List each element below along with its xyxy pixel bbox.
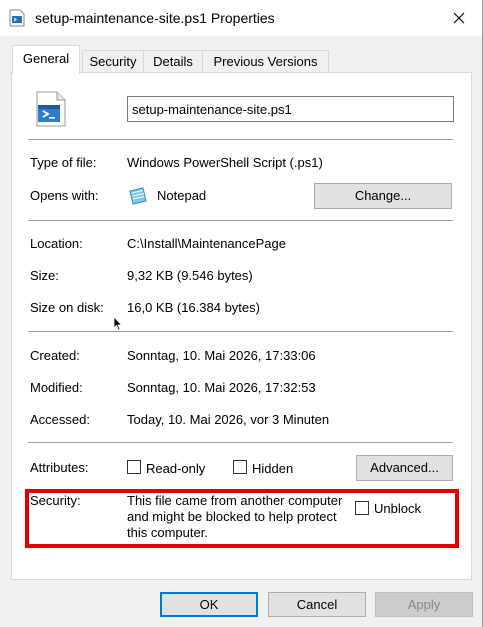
advanced-button[interactable]: Advanced...	[356, 455, 453, 481]
location-value: C:\Install\MaintenancePage	[127, 236, 286, 251]
modified-label: Modified:	[30, 380, 83, 395]
type-value: Windows PowerShell Script (.ps1)	[127, 155, 323, 170]
security-label: Security:	[30, 493, 81, 508]
separator	[28, 220, 453, 221]
readonly-checkbox[interactable]	[127, 460, 141, 474]
opens-with-label: Opens with:	[30, 188, 99, 203]
notepad-icon	[127, 186, 149, 206]
ok-button[interactable]: OK	[160, 592, 258, 617]
tab-previous-versions[interactable]: Previous Versions	[202, 50, 329, 72]
change-button[interactable]: Change...	[314, 183, 452, 209]
window-title: setup-maintenance-site.ps1 Properties	[35, 10, 275, 26]
filename-field[interactable]	[127, 96, 454, 122]
created-value: Sonntag, 10. Mai 2026, 17:33:06	[127, 348, 316, 363]
powershell-file-icon	[34, 91, 68, 127]
location-label: Location:	[30, 236, 83, 251]
created-label: Created:	[30, 348, 80, 363]
close-icon	[453, 12, 465, 24]
close-button[interactable]	[436, 0, 482, 36]
modified-value: Sonntag, 10. Mai 2026, 17:32:53	[127, 380, 316, 395]
separator	[28, 442, 453, 443]
apply-button[interactable]: Apply	[375, 592, 473, 617]
separator	[28, 139, 453, 140]
title-bar: setup-maintenance-site.ps1 Properties	[0, 0, 482, 36]
readonly-label: Read-only	[146, 461, 206, 476]
accessed-value: Today, 10. Mai 2026, vor 3 Minuten	[127, 412, 330, 427]
properties-dialog: setup-maintenance-site.ps1 Properties Se…	[0, 0, 483, 627]
size-on-disk-label: Size on disk:	[30, 300, 104, 315]
tab-details[interactable]: Details	[143, 50, 203, 72]
hidden-label: Hidden	[252, 461, 294, 476]
tab-security[interactable]: Security	[82, 50, 144, 72]
cancel-button[interactable]: Cancel	[268, 592, 366, 617]
size-label: Size:	[30, 268, 59, 283]
type-label: Type of file:	[30, 155, 97, 170]
script-file-icon	[9, 9, 25, 27]
accessed-label: Accessed:	[30, 412, 90, 427]
mouse-cursor-icon	[113, 315, 123, 331]
separator	[28, 331, 453, 332]
security-warning-text: This file came from another computer and…	[127, 493, 343, 540]
unblock-label: Unblock	[374, 501, 421, 516]
tab-general[interactable]: General	[12, 45, 80, 74]
size-value: 9,32 KB (9.546 bytes)	[127, 268, 253, 283]
attributes-label: Attributes:	[30, 460, 89, 475]
size-on-disk-value: 16,0 KB (16.384 bytes)	[127, 300, 260, 315]
hidden-checkbox[interactable]	[233, 460, 247, 474]
opens-with-value: Notepad	[157, 188, 207, 203]
unblock-checkbox[interactable]	[355, 501, 369, 515]
